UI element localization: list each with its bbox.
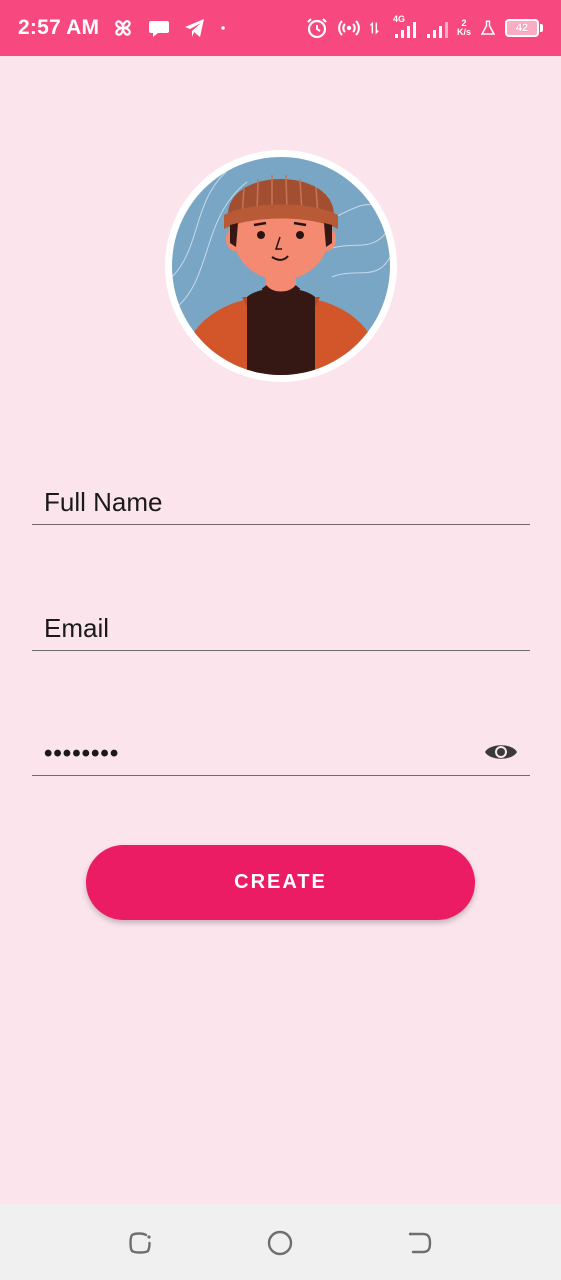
full-name-field[interactable]: Full Name	[32, 481, 530, 525]
battery-level: 42	[505, 19, 539, 37]
pinwheel-icon	[115, 20, 131, 36]
lab-flask-icon	[480, 20, 496, 35]
battery-nub	[540, 24, 543, 32]
email-field[interactable]: Email	[32, 607, 530, 651]
hotspot-icon	[338, 20, 360, 36]
status-bar: 2:57 AM 4G 2 K/s 42	[0, 0, 561, 56]
dot-icon	[221, 26, 225, 30]
battery-icon: 42	[505, 19, 543, 37]
data-transfer-icon	[369, 21, 379, 35]
net-speed-unit: K/s	[456, 27, 471, 37]
back-icon[interactable]	[407, 1230, 433, 1256]
telegram-icon	[185, 19, 205, 37]
signal-icon	[426, 22, 448, 38]
eye-icon[interactable]	[484, 740, 518, 764]
system-status-icons: 4G 2 K/s 42	[305, 14, 543, 40]
password-value: ••••••••	[44, 739, 120, 767]
email-placeholder: Email	[44, 613, 110, 643]
full-name-placeholder: Full Name	[44, 487, 163, 517]
home-icon[interactable]	[267, 1230, 293, 1256]
battery-percent: 42	[515, 22, 529, 34]
recents-icon[interactable]	[127, 1230, 153, 1256]
notification-icons	[111, 16, 233, 40]
cellular-signal-1: 4G	[393, 14, 417, 40]
avatar-illustration	[172, 157, 390, 375]
chat-bubble-icon	[149, 21, 170, 37]
password-field[interactable]: ••••••••	[32, 732, 530, 776]
signal-icon	[394, 22, 416, 38]
system-navigation-bar	[0, 1204, 561, 1280]
avatar-person-illustration	[172, 157, 390, 375]
profile-avatar[interactable]	[165, 150, 397, 382]
alarm-icon	[307, 18, 327, 39]
net-speed-indicator: 2 K/s	[457, 19, 471, 37]
create-button[interactable]: CREATE	[86, 845, 475, 920]
status-time: 2:57 AM	[18, 16, 100, 39]
